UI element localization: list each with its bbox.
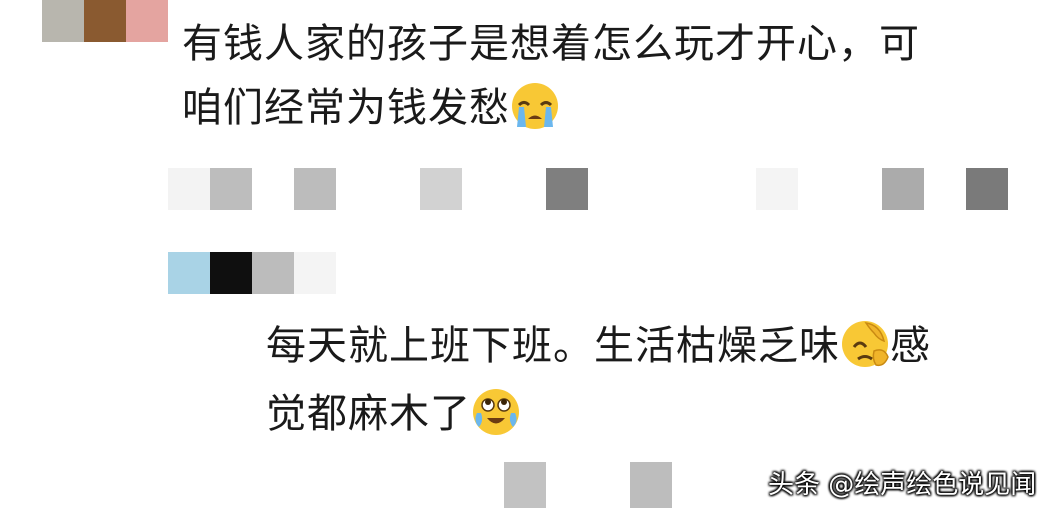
- pixel-block: [504, 462, 546, 508]
- facepalm-icon: [842, 321, 889, 367]
- comment-2-line-1: 每天就上班下班。生活枯燥乏味 感: [266, 316, 931, 376]
- pixel-block: [168, 168, 210, 210]
- pixel-block: [168, 252, 210, 294]
- comment-1-line-2: 咱们经常为钱发愁: [182, 78, 560, 138]
- comment-2-line-1-tail: 感: [890, 323, 931, 369]
- pixel-block: [42, 0, 84, 42]
- pixel-block: [420, 168, 462, 210]
- pixel-block: [294, 168, 336, 210]
- pixel-block: [882, 168, 924, 210]
- pixel-block: [966, 168, 1008, 210]
- comment-1-line-1: 有钱人家的孩子是想着怎么玩才开心，可: [182, 21, 920, 67]
- comment-1-line-2-text: 咱们经常为钱发愁: [182, 85, 510, 131]
- pixel-block: [756, 168, 798, 210]
- tears-of-joy-looking-up-icon: [473, 389, 519, 435]
- crying-face-icon: [512, 83, 558, 129]
- pixel-block: [84, 0, 126, 42]
- comment-2-line-2: 觉都麻木了: [266, 384, 521, 444]
- pixel-block: [210, 252, 252, 294]
- pixelated-reply-row-bottom: [0, 462, 700, 508]
- comment-2-line-2-text: 觉都麻木了: [266, 391, 471, 437]
- pixel-block: [252, 252, 294, 294]
- pixel-block: [546, 168, 588, 210]
- pixel-block: [126, 0, 168, 42]
- pixelated-username-2: [168, 252, 336, 294]
- comment-2-line-1-text: 每天就上班下班。生活枯燥乏味: [266, 323, 840, 369]
- pixel-block: [630, 462, 672, 508]
- watermark: 头条 @绘声绘色说见闻: [768, 470, 1037, 500]
- pixelated-reply-row: [0, 168, 1058, 210]
- pixel-block: [294, 252, 336, 294]
- pixel-block: [210, 168, 252, 210]
- pixelated-username-top: [42, 0, 172, 42]
